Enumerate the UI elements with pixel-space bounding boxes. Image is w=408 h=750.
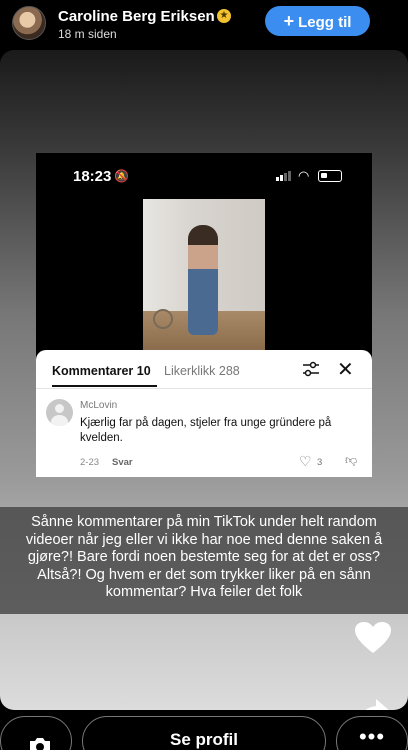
add-friend-label: Legg til bbox=[298, 14, 352, 31]
tab-divider bbox=[36, 388, 372, 389]
tiktok-screenshot: 18:23 🔕 ◠ Kommentarer 10 Likerklikk 288 … bbox=[36, 153, 372, 477]
verified-badge-icon: ★ bbox=[217, 9, 231, 23]
plus-icon: + bbox=[283, 11, 295, 31]
more-icon[interactable]: ••• bbox=[336, 716, 408, 750]
heart-icon[interactable] bbox=[354, 621, 392, 655]
bell-mute-icon: 🔕 bbox=[114, 169, 129, 183]
user-name[interactable]: Caroline Berg Eriksen bbox=[58, 8, 215, 25]
commenter-avatar bbox=[46, 399, 73, 426]
story-caption: Sånne kommentarer på min TikTok under he… bbox=[0, 507, 408, 614]
story-content[interactable]: 18:23 🔕 ◠ Kommentarer 10 Likerklikk 288 … bbox=[0, 50, 408, 710]
commenter-name: McLovin bbox=[80, 400, 118, 411]
camera-icon bbox=[30, 738, 50, 750]
close-icon: ✕ bbox=[337, 359, 354, 381]
avatar[interactable] bbox=[12, 6, 46, 40]
comments-panel: Kommentarer 10 Likerklikk 288 ✕ McLovin … bbox=[36, 350, 372, 477]
post-time: 18 m siden bbox=[58, 27, 117, 41]
dislike-icon: 👎︎ bbox=[345, 453, 358, 467]
camera-button[interactable] bbox=[0, 716, 72, 750]
heart-outline-icon: ♡ bbox=[299, 453, 312, 469]
comment-text: Kjærlig far på dagen, stjeler fra unge g… bbox=[80, 417, 332, 444]
tab-comments: Kommentarer 10 bbox=[52, 364, 157, 387]
comment-time: 2-23 bbox=[80, 457, 100, 468]
tab-likes: Likerklikk 288 bbox=[164, 364, 240, 378]
wifi-icon: ◠ bbox=[298, 168, 310, 183]
share-icon[interactable] bbox=[355, 697, 391, 710]
signal-icon bbox=[276, 171, 292, 181]
battery-icon bbox=[318, 170, 342, 182]
filter-icon bbox=[303, 361, 319, 377]
add-friend-button[interactable]: + Legg til bbox=[265, 6, 370, 36]
comment-reply: Svar bbox=[112, 457, 133, 468]
story-header: Caroline Berg Eriksen ★ 18 m siden + Legg… bbox=[0, 0, 408, 48]
comment-like-count: 3 bbox=[317, 457, 323, 468]
view-profile-button[interactable]: Se profil bbox=[82, 716, 326, 750]
video-frame bbox=[143, 199, 265, 351]
bottom-bar: Se profil ••• bbox=[0, 712, 408, 750]
status-time: 18:23 bbox=[73, 168, 112, 185]
